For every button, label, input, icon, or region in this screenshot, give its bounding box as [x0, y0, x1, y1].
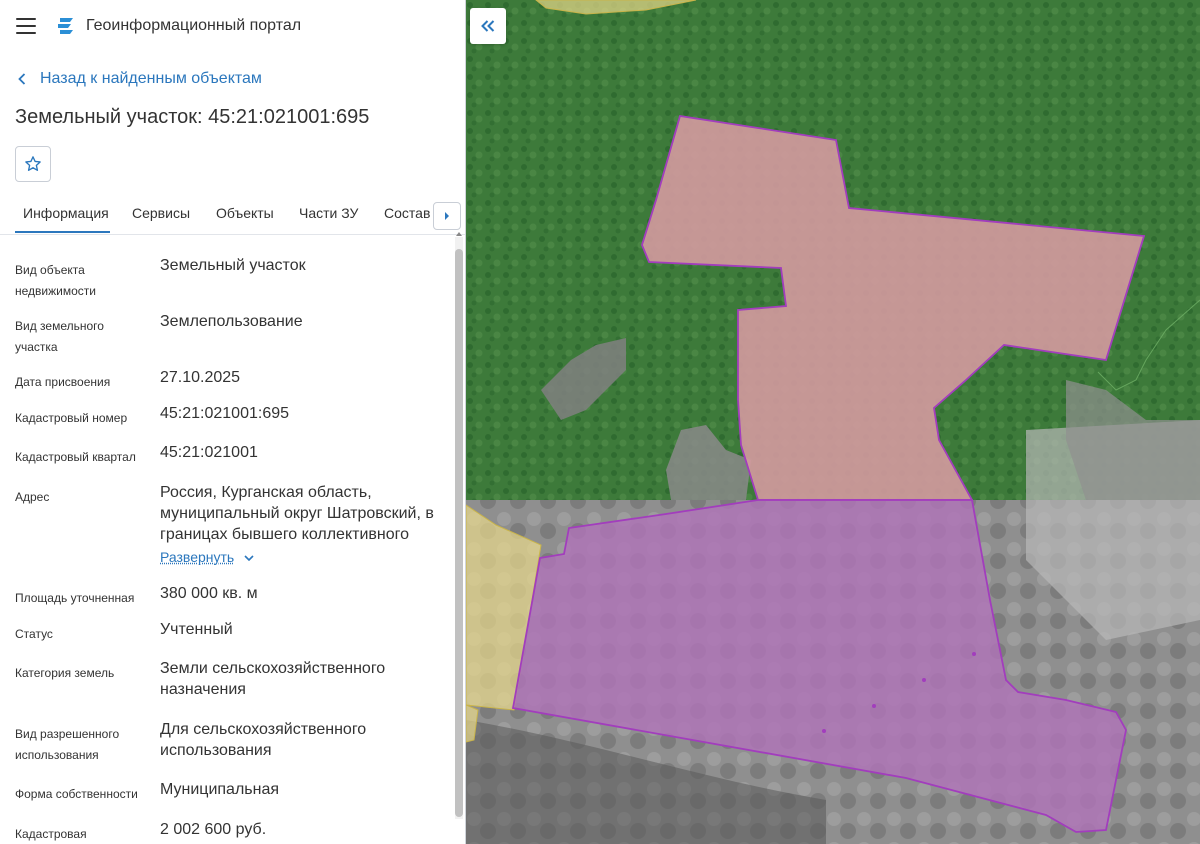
chevron-left-icon — [18, 73, 26, 85]
property-label: Вид земельного участка — [15, 319, 104, 354]
back-to-results-link[interactable]: Назад к найденным объектам — [18, 69, 262, 89]
chevron-down-icon — [244, 554, 254, 561]
address-text: Россия, Курганская область, муниципальны… — [160, 484, 434, 543]
survey-point[interactable] — [872, 704, 876, 708]
tab-composition[interactable]: Состав — [384, 205, 430, 221]
favorite-button[interactable] — [15, 146, 51, 182]
info-panel: Геоинформационный портал Назад к найденн… — [0, 0, 466, 844]
property-label: Кадастровый номер — [15, 411, 128, 425]
property-value: 45:21:021001 — [160, 444, 258, 461]
property-label: Дата присвоения — [15, 375, 111, 389]
hamburger-icon[interactable] — [16, 18, 36, 34]
property-label: Вид разрешенного использования — [15, 727, 120, 762]
property-label: Форма собственности — [15, 787, 138, 801]
property-value: Россия, Курганская область, муниципальны… — [160, 482, 445, 568]
property-label: Кадастровый квартал — [15, 450, 136, 464]
property-value: Земельный участок — [160, 257, 306, 274]
property-value: 2 002 600 руб. — [160, 821, 267, 838]
property-value: Для сельскохозяйственного использования — [160, 721, 367, 759]
expand-label: Развернуть — [160, 549, 235, 565]
property-label: Адрес — [15, 490, 50, 504]
tabs-scroll-right-button[interactable] — [433, 202, 461, 230]
property-label: Площадь уточненная — [15, 591, 135, 605]
survey-point[interactable] — [822, 729, 826, 733]
property-value: Землепользование — [160, 313, 303, 330]
portal-logo-icon — [58, 18, 73, 34]
collapse-panel-button[interactable] — [470, 8, 506, 44]
double-chevron-left-icon — [481, 20, 495, 32]
property-label: Категория земель — [15, 666, 115, 680]
app-title: Геоинформационный портал — [86, 17, 302, 34]
panel-scrollbar[interactable] — [455, 232, 463, 819]
active-tab-indicator — [15, 231, 110, 233]
scroll-up-arrow-icon[interactable] — [455, 231, 463, 237]
property-label: Вид объекта недвижимости — [15, 263, 96, 298]
page-title: Земельный участок: 45:21:021001:695 — [15, 106, 370, 128]
property-value: 45:21:021001:695 — [160, 405, 290, 422]
property-value: Земли сельскохозяйственного назначения — [160, 660, 386, 698]
back-link-label: Назад к найденным объектам — [40, 70, 262, 87]
properties-list: Вид объекта недвижимости Земельный участ… — [0, 234, 452, 844]
property-label: Кадастровая — [15, 827, 87, 841]
property-value: 380 000 кв. м — [160, 585, 258, 602]
caret-right-icon — [445, 212, 449, 220]
satellite-map[interactable] — [466, 0, 1200, 844]
tab-bar: Информация Сервисы Объекты Части ЗУ Сост… — [0, 194, 466, 235]
tab-parts[interactable]: Части ЗУ — [299, 205, 358, 221]
app-header: Геоинформационный портал — [0, 0, 466, 52]
property-value: Учтенный — [160, 621, 233, 638]
tab-information[interactable]: Информация — [23, 205, 109, 221]
map-view[interactable] — [466, 0, 1200, 844]
survey-point[interactable] — [922, 678, 926, 682]
scrollbar-thumb[interactable] — [455, 249, 463, 817]
expand-address-link[interactable]: Развернуть — [160, 547, 254, 568]
tab-objects[interactable]: Объекты — [216, 205, 274, 221]
property-label: Статус — [15, 627, 53, 641]
survey-point[interactable] — [972, 652, 976, 656]
star-icon — [25, 156, 41, 171]
property-value: 27.10.2025 — [160, 369, 241, 386]
tab-services[interactable]: Сервисы — [132, 205, 190, 221]
property-value: Муниципальная — [160, 781, 280, 798]
